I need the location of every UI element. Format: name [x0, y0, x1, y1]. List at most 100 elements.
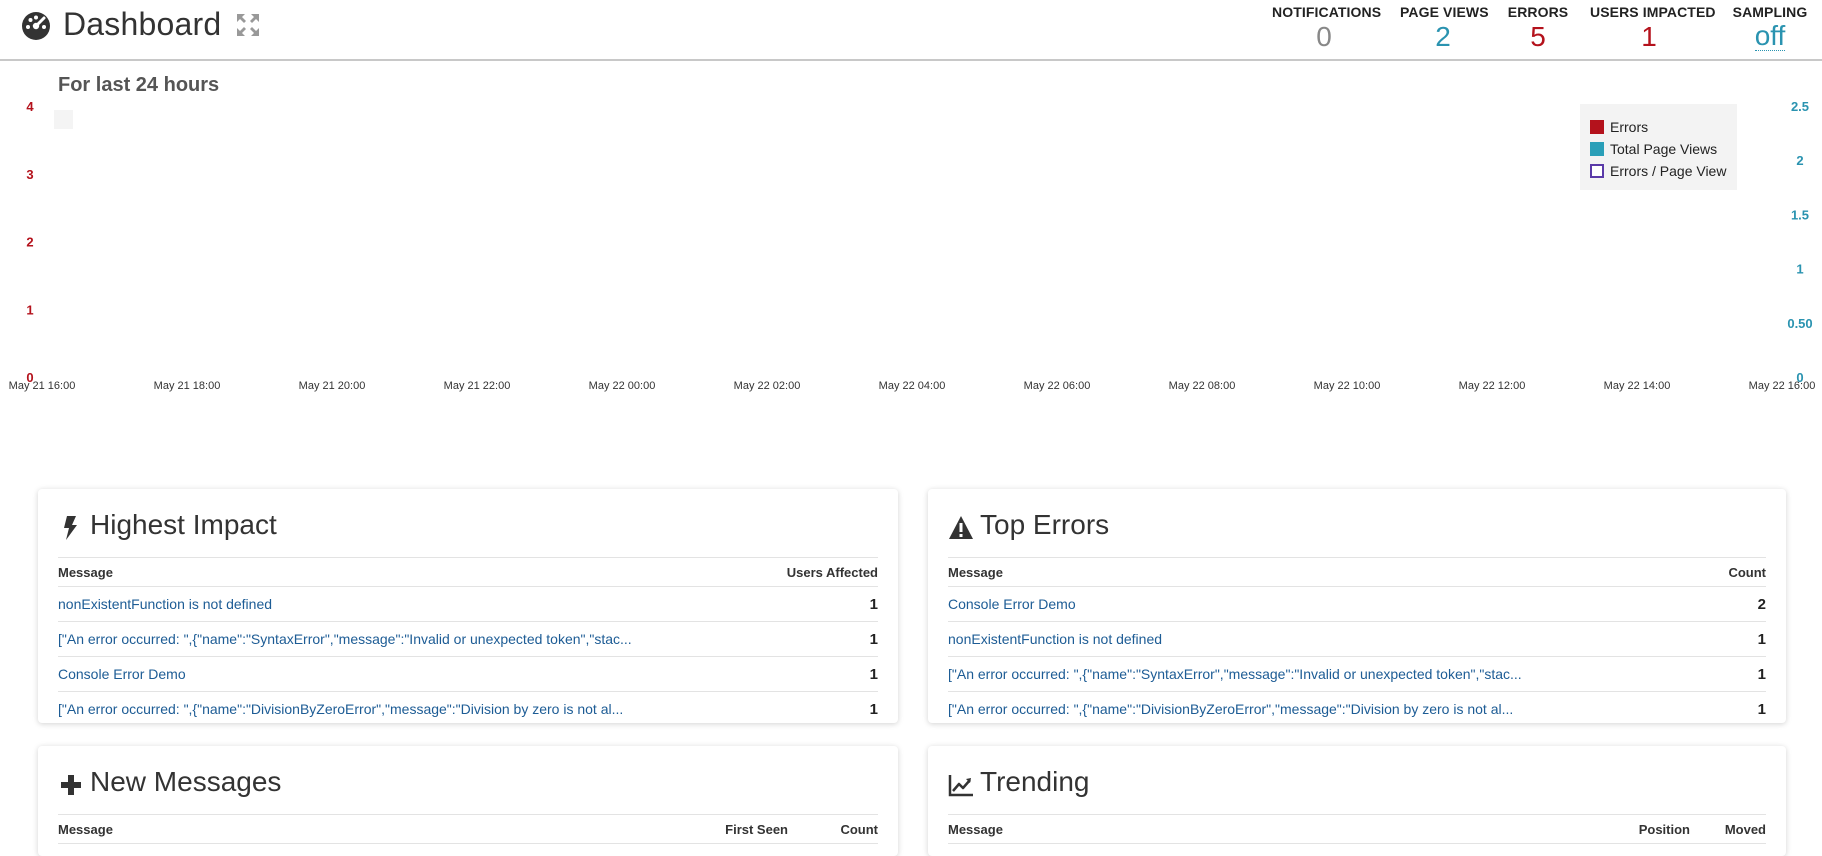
x-tick-label: May 21 22:00 — [444, 380, 511, 392]
x-tick-label: May 22 12:00 — [1459, 380, 1526, 392]
top-errors-table: Message Count Console Error Demo 2 nonEx… — [948, 557, 1766, 726]
chart-legend: Errors Total Page Views Errors / Page Vi… — [1580, 104, 1737, 190]
x-tick-label: May 22 10:00 — [1314, 380, 1381, 392]
column-header-users-affected: Users Affected — [765, 557, 878, 587]
stat-value: 5 — [1530, 21, 1546, 52]
y-right-tick-label: 2 — [1796, 153, 1803, 168]
message-link[interactable]: Console Error Demo — [948, 596, 1076, 612]
table-row: nonExistentFunction is not defined 1 — [948, 621, 1766, 657]
panel-heading: Trending — [948, 746, 1766, 805]
table-header-row: Message Users Affected — [58, 557, 878, 587]
message-link[interactable]: ["An error occurred: ",{"name":"SyntaxEr… — [948, 666, 1522, 682]
error-count: 1 — [1715, 656, 1766, 692]
message-link[interactable]: ["An error occurred: ",{"name":"Division… — [948, 701, 1513, 717]
x-tick-label: May 22 00:00 — [589, 380, 656, 392]
stat-label: SAMPLING — [1732, 4, 1808, 20]
table-row: ["An error occurred: ",{"name":"Division… — [58, 692, 878, 727]
y-left-tick-label: 2 — [26, 235, 33, 250]
table-header-row: Message Count — [948, 557, 1766, 587]
top-errors-panel: Top Errors Message Count Console Error D… — [928, 489, 1786, 723]
x-tick-label: May 22 16:00 — [1749, 380, 1816, 392]
column-header-position: Position — [1570, 814, 1690, 844]
panel-title: Top Errors — [980, 509, 1110, 540]
legend-item-errors: Errors — [1590, 116, 1737, 138]
table-header-row: Message First Seen Count — [58, 814, 878, 844]
column-header-count: Count — [1715, 557, 1766, 587]
plus-icon — [61, 775, 81, 795]
message-link[interactable]: ["An error occurred: ",{"name":"Division… — [58, 701, 623, 717]
y-right-tick-label: 1 — [1796, 262, 1803, 277]
x-tick-label: May 21 16:00 — [9, 380, 76, 392]
table-header-row: Message Position Moved — [948, 814, 1766, 844]
stat-notifications: NOTIFICATIONS 0 — [1272, 4, 1382, 52]
column-header-message: Message — [58, 814, 628, 844]
bolt-icon — [64, 516, 77, 540]
stat-label: PAGE VIEWS — [1400, 4, 1489, 20]
y-right-tick-label: 1.5 — [1791, 207, 1809, 222]
message-link[interactable]: nonExistentFunction is not defined — [948, 631, 1162, 647]
table-row: Console Error Demo 2 — [948, 586, 1766, 622]
stat-users-impacted: USERS IMPACTED 1 — [1590, 4, 1716, 52]
trending-table: Message Position Moved — [948, 814, 1766, 844]
panel-title: Trending — [980, 766, 1090, 797]
chart-hover-marker — [54, 110, 73, 129]
highest-impact-panel: Highest Impact Message Users Affected no… — [38, 489, 898, 723]
legend-item-errors-per-page-view: Errors / Page View — [1590, 160, 1737, 182]
highest-impact-table: Message Users Affected nonExistentFuncti… — [58, 557, 878, 726]
page-header: Dashboard NOTIFICATIONS 0 PAGE VIEWS 2 E… — [0, 0, 1822, 61]
x-tick-label: May 22 04:00 — [879, 380, 946, 392]
message-link[interactable]: Console Error Demo — [58, 666, 186, 682]
column-header-first-seen: First Seen — [628, 814, 788, 844]
table-row: nonExistentFunction is not defined 1 — [58, 586, 878, 622]
y-left-tick-label: 4 — [26, 99, 34, 114]
panel-heading: Highest Impact — [58, 489, 878, 548]
column-header-count: Count — [788, 814, 878, 844]
panel-title: Highest Impact — [90, 509, 277, 540]
stat-value: 2 — [1435, 21, 1451, 52]
y-left-tick-label: 1 — [26, 302, 33, 317]
error-count: 2 — [1715, 586, 1766, 622]
x-tick-label: May 22 02:00 — [734, 380, 801, 392]
x-tick-label: May 22 14:00 — [1604, 380, 1671, 392]
stat-label: NOTIFICATIONS — [1272, 4, 1382, 20]
message-link[interactable]: ["An error occurred: ",{"name":"SyntaxEr… — [58, 631, 632, 647]
panel-title: New Messages — [90, 766, 282, 797]
error-count: 1 — [1757, 700, 1766, 718]
legend-label: Errors — [1610, 119, 1649, 135]
table-row: ["An error occurred: ",{"name":"Division… — [948, 692, 1766, 727]
x-tick-label: May 21 18:00 — [154, 380, 221, 392]
users-affected-count: 1 — [765, 656, 878, 692]
stat-label: USERS IMPACTED — [1590, 4, 1716, 20]
y-right-tick-label: 2.5 — [1791, 99, 1809, 114]
stat-sampling: SAMPLING off — [1732, 4, 1808, 51]
column-header-message: Message — [948, 557, 1716, 587]
table-row: ["An error occurred: ",{"name":"SyntaxEr… — [948, 656, 1766, 692]
panel-heading: Top Errors — [948, 489, 1766, 548]
column-header-message: Message — [948, 814, 1570, 844]
page-title: Dashboard — [63, 6, 222, 42]
x-tick-label: May 21 20:00 — [299, 380, 366, 392]
legend-label: Errors / Page View — [1610, 163, 1727, 179]
panel-heading: New Messages — [58, 746, 878, 805]
legend-swatch — [1590, 164, 1604, 178]
stat-label: ERRORS — [1507, 4, 1569, 20]
activity-chart: 0123400.5011.522.5May 21 16:00 May 21 18:… — [9, 99, 1816, 392]
expand-icon[interactable] — [235, 12, 261, 38]
dashboard-gauge-icon — [22, 11, 50, 40]
table-row: Console Error Demo 1 — [58, 656, 878, 692]
sampling-toggle-link[interactable]: off — [1754, 22, 1786, 51]
stat-value: 0 — [1316, 21, 1332, 52]
x-tick-label: May 22 08:00 — [1169, 380, 1236, 392]
warning-icon — [949, 516, 973, 539]
title-area: Dashboard — [20, 6, 261, 43]
legend-item-page-views: Total Page Views — [1590, 138, 1737, 160]
message-link[interactable]: nonExistentFunction is not defined — [58, 596, 272, 612]
users-affected-count: 1 — [765, 621, 878, 657]
y-right-tick-label: 0.50 — [1787, 316, 1812, 331]
table-row: ["An error occurred: ",{"name":"SyntaxEr… — [58, 621, 878, 657]
x-tick-label: May 22 06:00 — [1024, 380, 1091, 392]
new-messages-table: Message First Seen Count — [58, 814, 878, 844]
error-count: 1 — [1715, 621, 1766, 657]
users-affected-count: 1 — [765, 586, 878, 622]
stat-value: 1 — [1641, 21, 1657, 52]
